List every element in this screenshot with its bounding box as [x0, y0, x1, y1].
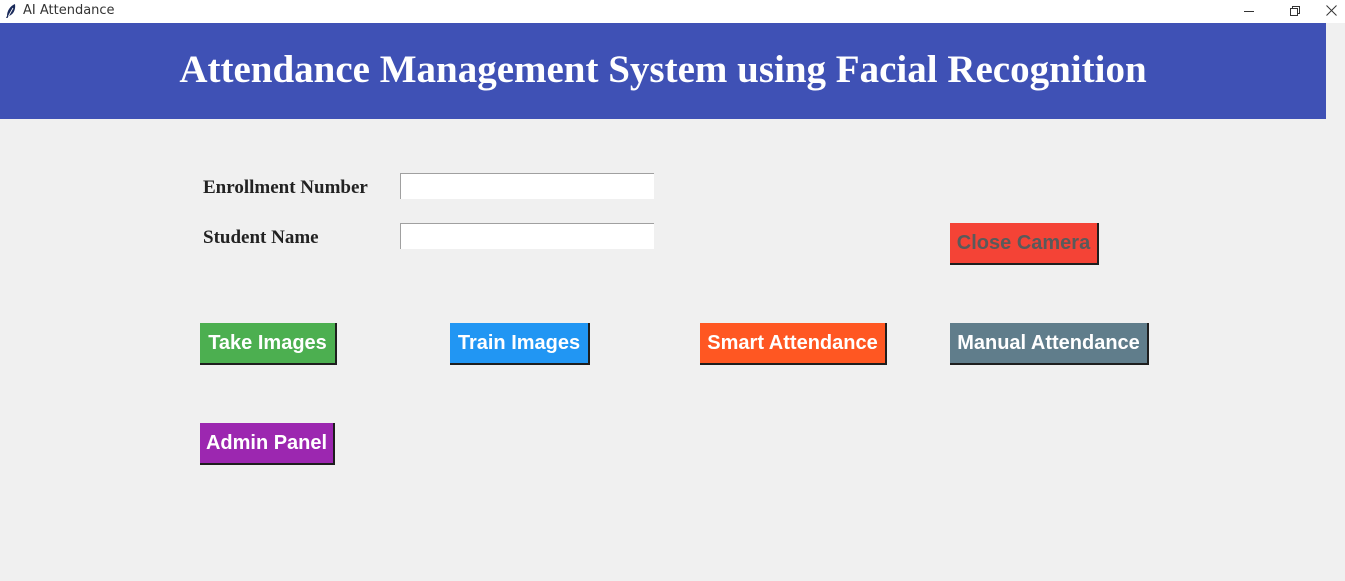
- window-title: AI Attendance: [23, 3, 115, 18]
- restore-button[interactable]: [1272, 0, 1318, 23]
- window-titlebar: AI Attendance: [0, 0, 1345, 23]
- smart-attendance-button[interactable]: Smart Attendance: [700, 323, 887, 365]
- admin-panel-button[interactable]: Admin Panel: [200, 423, 335, 465]
- manual-attendance-button[interactable]: Manual Attendance: [950, 323, 1149, 365]
- page-title: Attendance Management System using Facia…: [179, 47, 1147, 91]
- restore-icon: [1290, 3, 1300, 21]
- enrollment-number-label: Enrollment Number: [203, 177, 368, 198]
- student-name-input[interactable]: [400, 223, 654, 249]
- header-banner: Attendance Management System using Facia…: [0, 23, 1326, 119]
- train-images-button[interactable]: Train Images: [450, 323, 590, 365]
- close-button[interactable]: [1318, 0, 1345, 23]
- scroll-gutter: [1326, 23, 1345, 581]
- minimize-icon: [1244, 3, 1254, 21]
- student-name-label: Student Name: [203, 227, 319, 248]
- enrollment-number-input[interactable]: [400, 173, 654, 199]
- close-icon: [1326, 3, 1337, 21]
- feather-icon: [4, 3, 18, 19]
- minimize-button[interactable]: [1226, 0, 1272, 23]
- close-camera-button[interactable]: Close Camera: [950, 223, 1099, 265]
- take-images-button[interactable]: Take Images: [200, 323, 337, 365]
